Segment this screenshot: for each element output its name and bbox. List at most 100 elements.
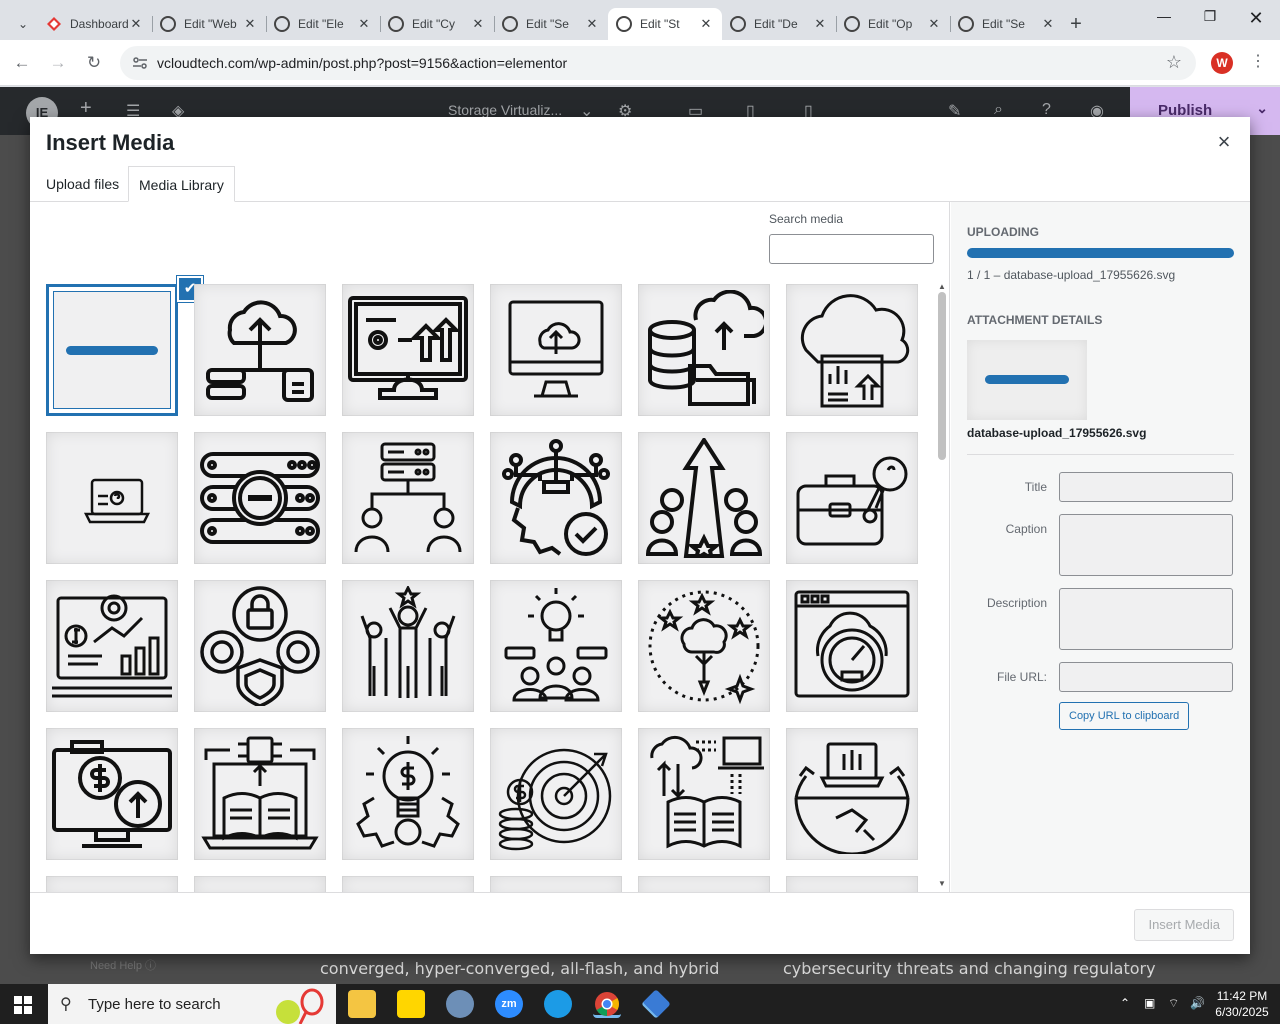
volume-icon[interactable]: 🔊 bbox=[1190, 996, 1205, 1010]
new-tab-button[interactable]: + bbox=[1062, 8, 1090, 40]
site-settings-icon[interactable] bbox=[132, 55, 148, 71]
need-help-link[interactable]: Need Help ⓘ bbox=[90, 957, 156, 973]
attachment-item[interactable] bbox=[46, 876, 178, 892]
restore-button[interactable]: ❐ bbox=[1190, 8, 1230, 32]
search-media-input[interactable] bbox=[769, 234, 934, 264]
bookmark-star-icon[interactable]: ☆ bbox=[1166, 52, 1182, 73]
chrome-icon[interactable] bbox=[593, 990, 621, 1018]
title-field[interactable] bbox=[1059, 472, 1233, 502]
attachment-item[interactable] bbox=[638, 284, 770, 416]
grid-scrollbar[interactable]: ▲ ▼ bbox=[936, 282, 948, 888]
attachment-item[interactable] bbox=[786, 284, 918, 416]
scroll-up-icon[interactable]: ▲ bbox=[938, 282, 946, 291]
attachment-item[interactable] bbox=[490, 432, 622, 564]
windows-start-icon[interactable] bbox=[14, 996, 32, 1014]
attachment-item[interactable]: ✔ bbox=[46, 276, 203, 416]
attachment-item[interactable] bbox=[786, 876, 918, 892]
attachment-item[interactable] bbox=[490, 580, 622, 712]
file-url-field[interactable] bbox=[1059, 662, 1233, 692]
sticky-notes-icon[interactable] bbox=[397, 990, 425, 1018]
attachment-item[interactable] bbox=[342, 432, 474, 564]
page-title[interactable]: Storage Virtualiz... bbox=[448, 102, 562, 118]
reload-button[interactable]: ↻ bbox=[81, 50, 107, 76]
description-field[interactable] bbox=[1059, 588, 1233, 650]
attachment-item[interactable] bbox=[194, 580, 326, 712]
wifi-icon[interactable]: ⌔ bbox=[1168, 996, 1179, 1011]
attachment-item[interactable] bbox=[490, 728, 622, 860]
snipping-tool-icon[interactable] bbox=[446, 990, 474, 1018]
app-diamond-icon[interactable] bbox=[641, 989, 671, 1019]
close-icon[interactable]: ✕ bbox=[128, 16, 144, 32]
file-explorer-icon[interactable] bbox=[348, 990, 376, 1018]
tab-edit-4[interactable]: Edit "Se ✕ bbox=[494, 8, 608, 40]
attachment-item[interactable] bbox=[194, 284, 326, 416]
attachment-item[interactable] bbox=[786, 580, 918, 712]
media-router: Upload files Media Library bbox=[30, 166, 1250, 202]
close-icon[interactable]: × bbox=[1212, 131, 1236, 155]
tab-label: Edit "De bbox=[754, 17, 798, 31]
upload-progress-bar bbox=[967, 248, 1234, 258]
tab-edit-7[interactable]: Edit "Op ✕ bbox=[836, 8, 950, 40]
close-icon[interactable]: ✕ bbox=[812, 16, 828, 32]
zoom-icon[interactable]: zm bbox=[495, 990, 523, 1018]
attachment-item[interactable] bbox=[786, 432, 918, 564]
cloud-upload-servers-icon bbox=[206, 300, 314, 402]
tab-edit-6[interactable]: Edit "De ✕ bbox=[722, 8, 836, 40]
close-icon[interactable]: ✕ bbox=[470, 16, 486, 32]
tab-dashboard[interactable]: Dashboard ✕ bbox=[38, 8, 152, 40]
attachment-item[interactable] bbox=[194, 728, 326, 860]
attachment-item[interactable] bbox=[194, 432, 326, 564]
back-button[interactable]: ← bbox=[9, 50, 35, 76]
attachment-item[interactable] bbox=[46, 580, 178, 712]
background-text-left: converged, hyper-converged, all-flash, a… bbox=[320, 959, 720, 978]
tab-search-button[interactable]: ⌄ bbox=[8, 8, 38, 40]
attachment-item[interactable] bbox=[490, 284, 622, 416]
chevron-up-icon[interactable]: ⌃ bbox=[1120, 996, 1130, 1010]
copy-url-button[interactable]: Copy URL to clipboard bbox=[1059, 702, 1190, 730]
attachment-item[interactable] bbox=[638, 432, 770, 564]
attachment-item[interactable] bbox=[46, 432, 178, 564]
caption-label: Caption bbox=[1005, 522, 1047, 536]
insert-media-button[interactable]: Insert Media bbox=[1134, 909, 1234, 941]
chevron-down-icon[interactable]: ⌄ bbox=[1256, 100, 1268, 117]
tab-edit-8[interactable]: Edit "Se ✕ bbox=[950, 8, 1064, 40]
forward-button[interactable]: → bbox=[45, 50, 71, 76]
close-icon[interactable]: ✕ bbox=[926, 16, 942, 32]
attachment-item[interactable] bbox=[786, 728, 918, 860]
taskbar-search[interactable]: ⚲ Type here to search bbox=[48, 984, 336, 1024]
tab-media-library[interactable]: Media Library bbox=[128, 166, 235, 202]
tab-edit-active[interactable]: Edit "St ✕ bbox=[608, 8, 722, 40]
window-close-button[interactable]: ✕ bbox=[1236, 8, 1276, 32]
attachment-item[interactable] bbox=[194, 876, 326, 892]
profile-avatar[interactable]: W bbox=[1211, 52, 1233, 74]
tab-edit-2[interactable]: Edit "Ele ✕ bbox=[266, 8, 380, 40]
taskbar-clock[interactable]: 11:42 PM 6/30/2025 bbox=[1212, 988, 1272, 1020]
attachment-item[interactable] bbox=[46, 728, 178, 860]
attachment-item[interactable] bbox=[638, 876, 770, 892]
close-icon[interactable]: ✕ bbox=[1040, 16, 1056, 32]
attachment-item[interactable] bbox=[342, 580, 474, 712]
close-icon[interactable]: ✕ bbox=[698, 16, 714, 32]
scroll-down-icon[interactable]: ▼ bbox=[938, 879, 946, 888]
close-icon[interactable]: ✕ bbox=[356, 16, 372, 32]
network-alert-icon[interactable]: ▣ bbox=[1144, 996, 1155, 1010]
address-bar[interactable]: vcloudtech.com/wp-admin/post.php?post=91… bbox=[120, 46, 1196, 80]
caption-field[interactable] bbox=[1059, 514, 1233, 576]
minimize-button[interactable]: — bbox=[1144, 8, 1184, 32]
globe-laptop-cycle-icon bbox=[794, 742, 910, 854]
attachment-item[interactable] bbox=[342, 876, 474, 892]
tab-upload-files[interactable]: Upload files bbox=[36, 166, 129, 202]
attachment-item[interactable] bbox=[490, 876, 622, 892]
edge-icon[interactable] bbox=[544, 990, 572, 1018]
attachment-item[interactable] bbox=[342, 728, 474, 860]
more-menu-icon[interactable]: ⋮ bbox=[1250, 51, 1266, 71]
attachment-item[interactable] bbox=[342, 284, 474, 416]
scrollbar-thumb[interactable] bbox=[938, 292, 946, 460]
tab-edit-1[interactable]: Edit "Web ✕ bbox=[152, 8, 266, 40]
attachment-item[interactable] bbox=[638, 580, 770, 712]
close-icon[interactable]: ✕ bbox=[242, 16, 258, 32]
attachment-item[interactable] bbox=[638, 728, 770, 860]
close-icon[interactable]: ✕ bbox=[584, 16, 600, 32]
tab-edit-3[interactable]: Edit "Cy ✕ bbox=[380, 8, 494, 40]
tennis-doodle-icon bbox=[276, 988, 324, 1024]
